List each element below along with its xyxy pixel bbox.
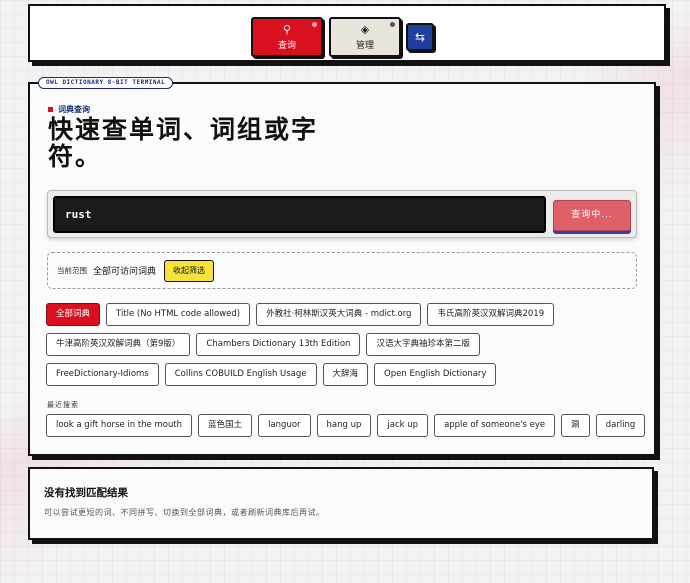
- recent-searches-list: look a gift horse in the mouth 蓝色国土 lang…: [46, 414, 651, 437]
- search-nav-label: 查询: [277, 40, 296, 51]
- recent-search-chip[interactable]: look a gift horse in the mouth: [46, 414, 193, 437]
- dictionary-row: 全部词典 Title (No HTML code allowed) 外教社·柯林…: [46, 303, 646, 326]
- dictionary-chip[interactable]: Open English Dictionary: [374, 363, 497, 386]
- page-title: 快速查单词、词组或字符。: [48, 115, 319, 171]
- dictionary-chip[interactable]: 大辞海: [322, 363, 369, 386]
- recent-search-chip[interactable]: 涮: [561, 414, 590, 437]
- collapse-filter-button[interactable]: 收起筛选: [164, 259, 215, 282]
- scope-filter: 当前范围 全部可访问词典 收起筛选: [47, 252, 637, 289]
- dictionary-chip[interactable]: FreeDictionary-Idioms: [46, 363, 159, 386]
- dictionary-row: FreeDictionary-Idioms Collins COBUILD En…: [46, 363, 646, 386]
- recent-search-chip[interactable]: languor: [258, 414, 311, 437]
- empty-result-panel: 没有找到匹配结果 可以尝试更短的词、不同拼写、切换到全部词典，或者刷新词典库后再…: [28, 467, 654, 540]
- scope-label: 当前范围: [57, 266, 87, 275]
- dictionary-chip[interactable]: 外教社·柯林斯汉英大词典 - mdict.org: [256, 303, 422, 326]
- dictionary-chip[interactable]: 汉语大字典袖珍本第二版: [366, 333, 480, 356]
- dictionary-chip[interactable]: Chambers Dictionary 13th Edition: [196, 333, 361, 356]
- recent-search-chip[interactable]: darling: [595, 414, 646, 437]
- dictionary-chip-all[interactable]: 全部词典: [46, 303, 101, 326]
- empty-result-description: 可以尝试更短的词、不同拼写、切换到全部词典，或者刷新词典库后再试。: [44, 508, 325, 517]
- search-nav-button[interactable]: ⚲ 查询: [251, 17, 323, 57]
- search-input[interactable]: rust: [53, 196, 546, 233]
- empty-result-title: 没有找到匹配结果: [44, 487, 128, 499]
- manage-nav-button[interactable]: ◈ 管理: [329, 17, 401, 57]
- top-navigation: ⚲ 查询 ◈ 管理 ⇆: [28, 4, 666, 62]
- recent-search-chip[interactable]: apple of someone's eye: [434, 414, 556, 437]
- status-dot: [390, 22, 395, 27]
- dictionary-chip[interactable]: Title (No HTML code allowed): [106, 303, 251, 326]
- dictionary-chip[interactable]: 牛津高阶英汉双解词典（第9版）: [46, 333, 191, 356]
- dictionary-chip[interactable]: Collins COBUILD English Usage: [164, 363, 317, 386]
- magnifier-icon: ⚲: [282, 22, 292, 36]
- recent-searches-label: 最近搜索: [47, 401, 79, 409]
- status-dot: [312, 22, 317, 27]
- square-icon: [48, 107, 53, 112]
- search-bar: rust 查询中...: [47, 190, 637, 238]
- recent-search-chip[interactable]: hang up: [316, 414, 372, 437]
- dictionary-row: 牛津高阶英汉双解词典（第9版） Chambers Dictionary 13th…: [46, 333, 646, 356]
- terminal-tag: OWL DICTIONARY 8-BIT TERMINAL: [38, 77, 174, 89]
- manage-nav-label: 管理: [355, 40, 374, 51]
- recent-search-chip[interactable]: 蓝色国土: [198, 414, 253, 437]
- settings-button[interactable]: ⇆: [406, 23, 434, 51]
- kicker-text: 词典查询: [58, 105, 90, 114]
- dictionary-filter-list: 全部词典 Title (No HTML code allowed) 外教社·柯林…: [46, 303, 646, 393]
- scope-value: 全部可访问词典: [93, 267, 157, 277]
- recent-search-chip[interactable]: jack up: [377, 414, 429, 437]
- search-panel: 词典查询 快速查单词、词组或字符。 rust 查询中... 当前范围 全部可访问…: [28, 82, 656, 456]
- section-kicker: 词典查询: [48, 104, 90, 115]
- sliders-icon: ⇆: [414, 29, 426, 44]
- dictionary-chip[interactable]: 韦氏高阶英汉双解词典2019: [427, 303, 555, 326]
- layers-icon: ◈: [360, 22, 370, 36]
- search-button[interactable]: 查询中...: [553, 200, 631, 231]
